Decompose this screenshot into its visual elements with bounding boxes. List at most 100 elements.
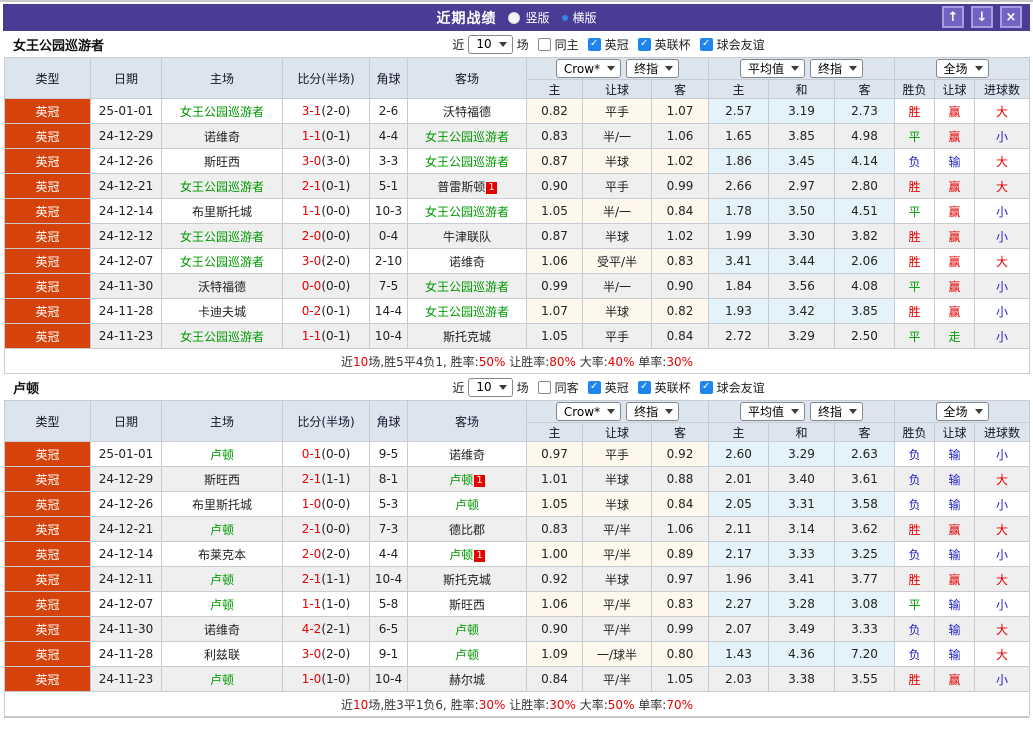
radio-vertical-icon[interactable] [508, 11, 521, 24]
avg-draw: 4.36 [768, 641, 835, 667]
avg-select[interactable]: 平均值 [740, 402, 806, 421]
match-date: 24-12-29 [90, 466, 162, 492]
score-cell: 3-0(3-0) [282, 148, 370, 174]
odds-home: 0.83 [526, 516, 583, 542]
home-team-name: 诺维奇 [203, 129, 240, 144]
sub-header-avg-away: 客 [833, 422, 896, 442]
sub-header-odds-home: 主 [526, 422, 583, 442]
home-team-cell: 卢顿 [161, 566, 283, 592]
score-cell: 3-0(2-0) [282, 248, 370, 274]
result-goals: 小 [974, 298, 1031, 324]
odds-away: 0.80 [651, 641, 709, 667]
home-team-name: 斯旺西 [203, 154, 240, 169]
avg-home: 2.17 [708, 541, 769, 567]
match-row: 英冠 24-11-30 沃特福德 0-0(0-0) 7-5 女王公园巡游者 0.99 半/一 0… [4, 273, 1031, 299]
same-home-checkbox[interactable] [537, 37, 551, 51]
sub-header-avg-away: 客 [833, 79, 896, 99]
result-goals: 大 [974, 148, 1031, 174]
result-wdl: 负 [894, 541, 936, 567]
odds-final-select[interactable]: 终指 [626, 402, 680, 421]
league-badge: 英冠 [4, 441, 91, 467]
halftime-score: (1-0) [321, 597, 351, 611]
scope-select[interactable]: 全场 [935, 402, 989, 421]
recent-count-select[interactable]: 10 [468, 377, 513, 397]
match-row: 英冠 25-01-01 女王公园巡游者 3-1(2-0) 2-6 沃特福德 0.82 平手 1.… [4, 98, 1031, 124]
odds-final-select[interactable]: 终指 [626, 59, 680, 78]
layout-radio-horizontal[interactable]: 横版 [561, 9, 597, 26]
move-up-button[interactable]: ↑ [942, 6, 964, 28]
odds-handicap-line: 半/一 [582, 198, 652, 224]
avg-home: 1.93 [708, 298, 769, 324]
avg-away: 3.61 [833, 466, 896, 492]
halftime-score: (0-1) [321, 304, 351, 318]
league-label-friendly: 球会友谊 [716, 37, 765, 52]
corner-cell: 5-3 [369, 491, 408, 517]
match-row: 英冠 24-12-29 斯旺西 2-1(1-1) 8-1 卢顿 1 1.01 半球 0.88 2.0… [4, 466, 1031, 492]
odds-handicap-line: 平手 [582, 98, 652, 124]
home-team-cell: 女王公园巡游者 [161, 223, 283, 249]
home-team-cell: 斯旺西 [161, 466, 283, 492]
league-checkbox-championship[interactable]: ✓ [587, 37, 601, 51]
chevron-down-icon [665, 409, 674, 414]
fulltime-score: 1-1 [301, 597, 322, 611]
odds-away: 1.05 [651, 666, 709, 692]
col-header-home: 主场 [161, 57, 283, 99]
league-checkbox-efl-cup[interactable]: ✓ [637, 37, 651, 51]
result-wdl: 胜 [894, 223, 936, 249]
result-handicap: 赢 [934, 248, 976, 274]
result-wdl: 负 [894, 616, 936, 642]
league-label-efl-cup: 英联杯 [654, 380, 691, 395]
away-team-cell: 斯旺西 [407, 591, 527, 617]
odds-handicap-line: 半球 [582, 223, 652, 249]
col-header-type: 类型 [4, 400, 91, 442]
avg-draw: 3.28 [768, 591, 835, 617]
league-badge: 英冠 [4, 148, 91, 174]
layout-radio-vertical[interactable]: 竖版 [508, 9, 550, 26]
odds-home: 1.01 [526, 466, 583, 492]
avg-home: 2.03 [708, 666, 769, 692]
avg-away: 3.08 [833, 591, 896, 617]
summary-text: 近10场,胜3平1负6, 胜率:30% 让胜率:30% 大率:50% 单率:70… [3, 691, 1031, 717]
odds-company-select[interactable]: Crow* [555, 402, 622, 421]
recent-count-select[interactable]: 10 [468, 34, 513, 54]
odds-company-select[interactable]: Crow* [555, 59, 622, 78]
away-team-cell: 卢顿 1 [407, 466, 527, 492]
same-away-checkbox[interactable] [537, 380, 551, 394]
scope-select[interactable]: 全场 [935, 59, 989, 78]
league-checkbox-efl-cup[interactable]: ✓ [637, 380, 651, 394]
odds-home: 0.97 [526, 441, 583, 467]
match-date: 24-11-28 [90, 641, 162, 667]
odds-away: 1.02 [651, 148, 709, 174]
avg-select[interactable]: 平均值 [740, 59, 806, 78]
match-row: 英冠 24-12-07 女王公园巡游者 3-0(2-0) 2-10 诺维奇 1.06 受平/半… [4, 248, 1031, 274]
result-handicap: 输 [934, 591, 976, 617]
team-name: 卢顿 [13, 381, 40, 397]
score-cell: 2-1(1-1) [282, 566, 370, 592]
home-team-cell: 卡迪夫城 [161, 298, 283, 324]
league-badge: 英冠 [4, 98, 91, 124]
chevron-down-icon [974, 66, 983, 71]
fulltime-score: 3-1 [301, 104, 322, 118]
close-button[interactable]: × [1000, 6, 1022, 28]
sub-header-goals: 进球数 [974, 79, 1031, 99]
halftime-score: (0-0) [321, 497, 351, 511]
move-down-button[interactable]: ↓ [971, 6, 993, 28]
league-checkbox-friendly[interactable]: ✓ [699, 380, 713, 394]
result-goals: 小 [974, 491, 1031, 517]
avg-final-select[interactable]: 终指 [810, 402, 864, 421]
corner-cell: 14-4 [369, 298, 408, 324]
games-label: 场 [516, 380, 529, 395]
odds-home: 0.82 [526, 98, 583, 124]
odds-home: 1.05 [526, 323, 583, 349]
radio-horizontal-icon[interactable] [561, 14, 568, 21]
league-checkbox-friendly[interactable]: ✓ [699, 37, 713, 51]
avg-draw: 3.14 [768, 516, 835, 542]
avg-final-select[interactable]: 终指 [810, 59, 864, 78]
match-row: 英冠 24-12-26 布里斯托城 1-0(0-0) 5-3 卢顿 1.05 半球 0.84 2.… [4, 491, 1031, 517]
avg-home: 1.99 [708, 223, 769, 249]
avg-away: 3.77 [833, 566, 896, 592]
avg-away: 3.62 [833, 516, 896, 542]
league-checkbox-championship[interactable]: ✓ [587, 380, 601, 394]
odds-home: 1.00 [526, 541, 583, 567]
away-team-cell: 斯托克城 [407, 323, 527, 349]
